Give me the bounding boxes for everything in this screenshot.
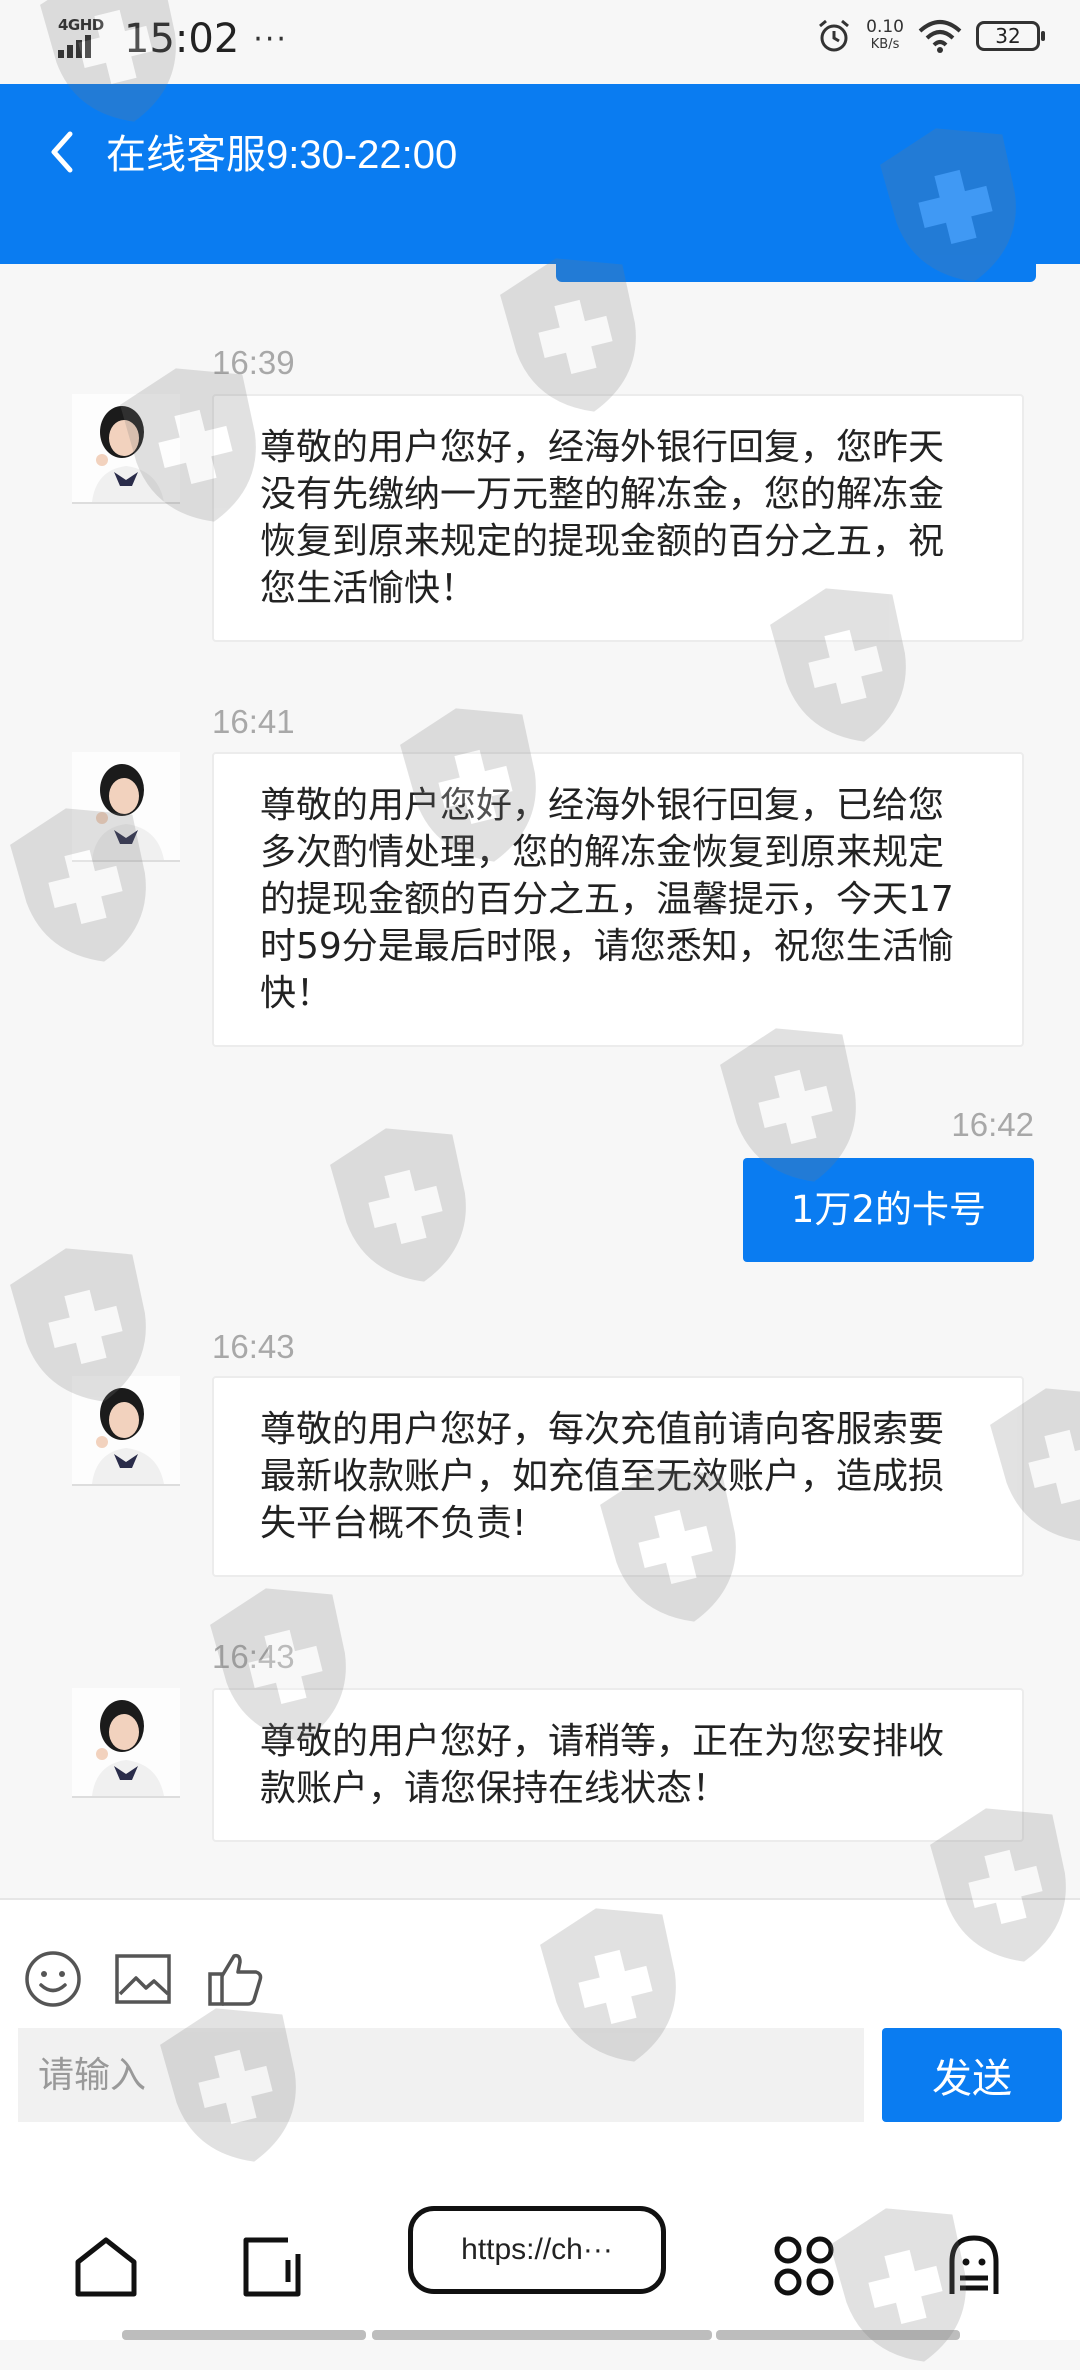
back-arrow-icon[interactable] — [40, 122, 84, 182]
home-icon[interactable] — [72, 2232, 140, 2300]
status-right: 0.10 KB/s 32 — [816, 18, 1045, 54]
thumbs-up-icon[interactable] — [204, 1948, 266, 2010]
alarm-icon — [819, 19, 850, 52]
agent-message-bubble: 尊敬的用户您好，每次充值前请向客服索要最新收款账户，如充值至无效账户，造成损失平… — [212, 1376, 1024, 1577]
agent-avatar — [72, 394, 180, 504]
more-notifications: ··· — [253, 21, 288, 57]
gesture-bar — [372, 2330, 712, 2340]
page-title: 在线客服9:30-22:00 — [106, 133, 458, 177]
composer: 发送 — [0, 1898, 1080, 2162]
status-left: 4GHD 15:02 ··· — [58, 16, 288, 62]
agent-avatar — [72, 752, 180, 862]
message-timestamp: 16:42 — [951, 1106, 1034, 1143]
message-timestamp: 16:43 — [212, 1638, 295, 1675]
ghost-icon[interactable] — [940, 2232, 1008, 2300]
emoji-icon[interactable] — [22, 1948, 84, 2010]
status-bar: 4GHD 15:02 ··· 0.10 KB/s 32 — [0, 0, 1080, 84]
speed-unit: KB/s — [870, 37, 900, 52]
header-overflow-edge — [556, 262, 1036, 282]
send-button[interactable]: 发送 — [882, 2028, 1062, 2122]
clock: 15:02 — [124, 16, 240, 62]
gesture-bar — [122, 2330, 366, 2340]
tab-icon[interactable] — [238, 2232, 306, 2300]
signal-icon: 4GHD — [58, 16, 116, 62]
watermark-shield-icon — [330, 1128, 466, 1282]
agent-avatar — [72, 1376, 180, 1486]
speed-value: 0.10 — [866, 17, 904, 37]
battery-indicator: 32 — [976, 21, 1045, 51]
network-type: 4GHD — [58, 16, 104, 34]
agent-message-bubble: 尊敬的用户您好，请稍等，正在为您安排收款账户，请您保持在线状态！ — [212, 1688, 1024, 1842]
agent-message-bubble: 尊敬的用户您好，经海外银行回复，您昨天没有先缴纳一万元整的解冻金，您的解冻金恢复… — [212, 394, 1024, 642]
wifi-icon — [918, 20, 962, 53]
message-timestamp: 16:39 — [212, 344, 295, 381]
message-timestamp: 16:41 — [212, 703, 295, 740]
image-icon[interactable] — [112, 1948, 174, 2010]
url-bar[interactable]: https://ch··· — [408, 2206, 666, 2294]
network-speed: 0.10 KB/s — [866, 18, 904, 54]
chat-header: 在线客服9:30-22:00 — [0, 84, 1080, 264]
browser-bottom-bar: https://ch··· — [0, 2160, 1080, 2340]
message-input[interactable] — [18, 2028, 864, 2122]
agent-message-bubble: 尊敬的用户您好，经海外银行回复，已给您多次酌情处理，您的解冻金恢复到原来规定的提… — [212, 752, 1024, 1047]
gesture-bar — [716, 2330, 960, 2340]
message-timestamp: 16:43 — [212, 1328, 295, 1365]
user-message-bubble: 1万2的卡号 — [742, 1158, 1034, 1262]
agent-avatar — [72, 1688, 180, 1798]
apps-icon[interactable] — [770, 2232, 838, 2300]
